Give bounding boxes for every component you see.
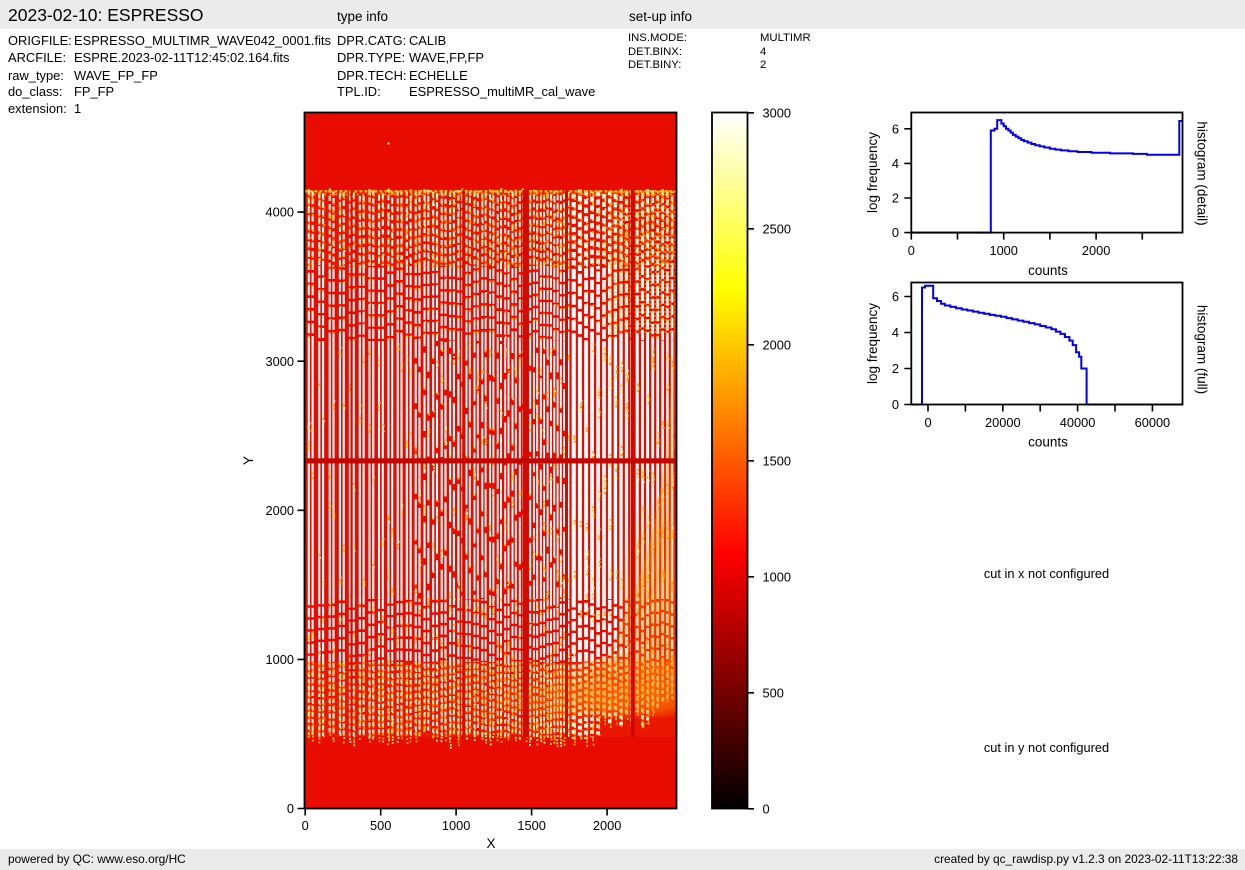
svg-text:6: 6 [892,121,899,136]
svg-text:1500: 1500 [763,453,791,468]
svg-text:40000: 40000 [1060,415,1096,430]
svg-text:2: 2 [892,191,899,206]
svg-text:counts: counts [1028,263,1068,278]
svg-text:0: 0 [892,225,899,240]
svg-text:cut in x not configured: cut in x not configured [984,566,1109,581]
svg-text:2000: 2000 [266,503,294,518]
svg-text:20000: 20000 [985,415,1021,430]
svg-text:1000: 1000 [763,569,791,584]
svg-text:log frequency: log frequency [865,132,880,213]
svg-text:2000: 2000 [1082,243,1110,258]
svg-text:1500: 1500 [517,818,545,833]
svg-text:cut in y not configured: cut in y not configured [984,740,1109,755]
svg-text:2500: 2500 [763,221,791,236]
svg-text:log frequency: log frequency [865,303,880,384]
svg-text:4: 4 [892,156,899,171]
svg-text:3000: 3000 [763,105,791,120]
svg-text:histogram (full): histogram (full) [1195,305,1210,394]
svg-text:1000: 1000 [266,652,294,667]
svg-text:500: 500 [370,818,391,833]
svg-text:0: 0 [763,801,770,816]
svg-text:histogram (detail): histogram (detail) [1195,121,1210,225]
svg-text:2000: 2000 [593,818,621,833]
svg-text:0: 0 [892,397,899,412]
svg-text:2000: 2000 [763,337,791,352]
svg-text:3000: 3000 [266,354,294,369]
svg-text:6: 6 [892,289,899,304]
svg-text:1000: 1000 [442,818,470,833]
svg-text:0: 0 [924,415,931,430]
svg-text:0: 0 [287,801,294,816]
svg-text:Y: Y [241,456,256,465]
svg-text:4000: 4000 [266,205,294,220]
svg-text:60000: 60000 [1135,415,1171,430]
svg-text:2: 2 [892,361,899,376]
svg-text:counts: counts [1028,435,1068,450]
svg-text:500: 500 [763,685,784,700]
svg-text:4: 4 [892,325,899,340]
svg-text:1000: 1000 [989,243,1017,258]
svg-text:0: 0 [302,818,309,833]
svg-text:0: 0 [908,243,915,258]
